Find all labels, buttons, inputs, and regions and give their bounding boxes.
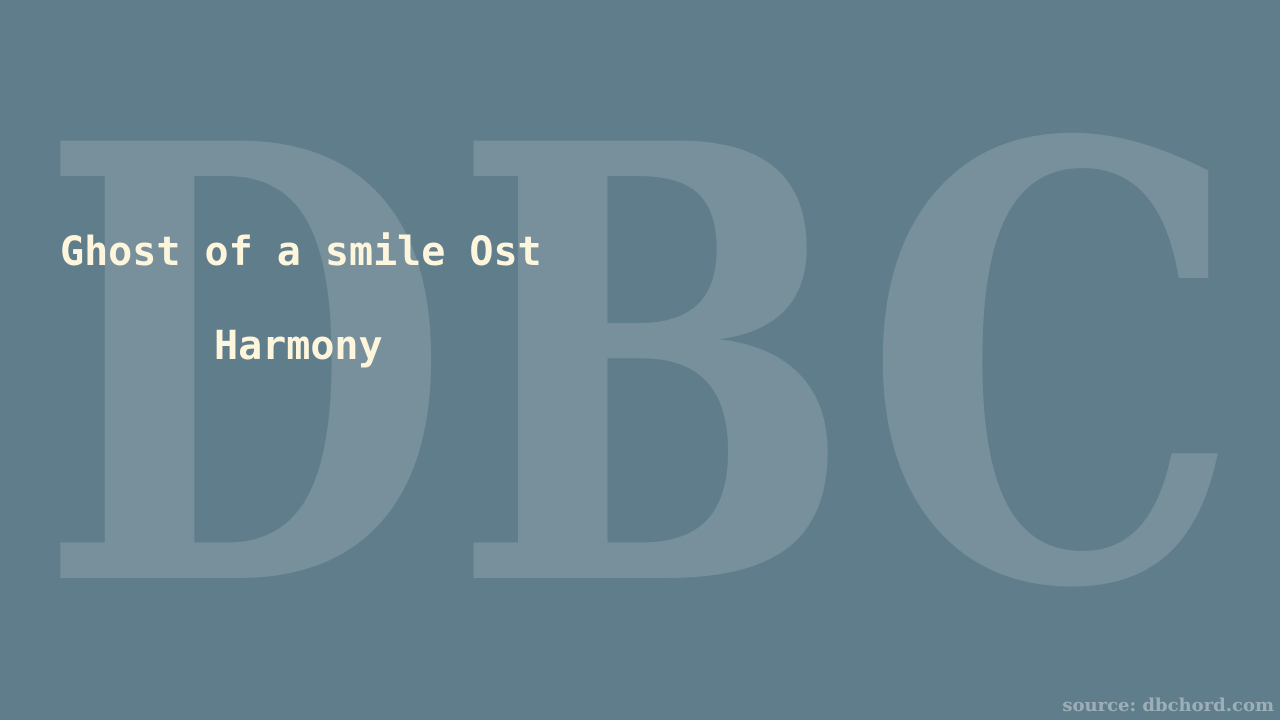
song-title: Ghost of a smile Ost xyxy=(60,229,542,275)
watermark-logo: DBC xyxy=(0,0,1280,720)
song-subtitle: Harmony xyxy=(214,323,383,369)
watermark-graphic: DBC xyxy=(38,15,1242,720)
source-credit: source: dbchord.com xyxy=(1062,695,1274,716)
